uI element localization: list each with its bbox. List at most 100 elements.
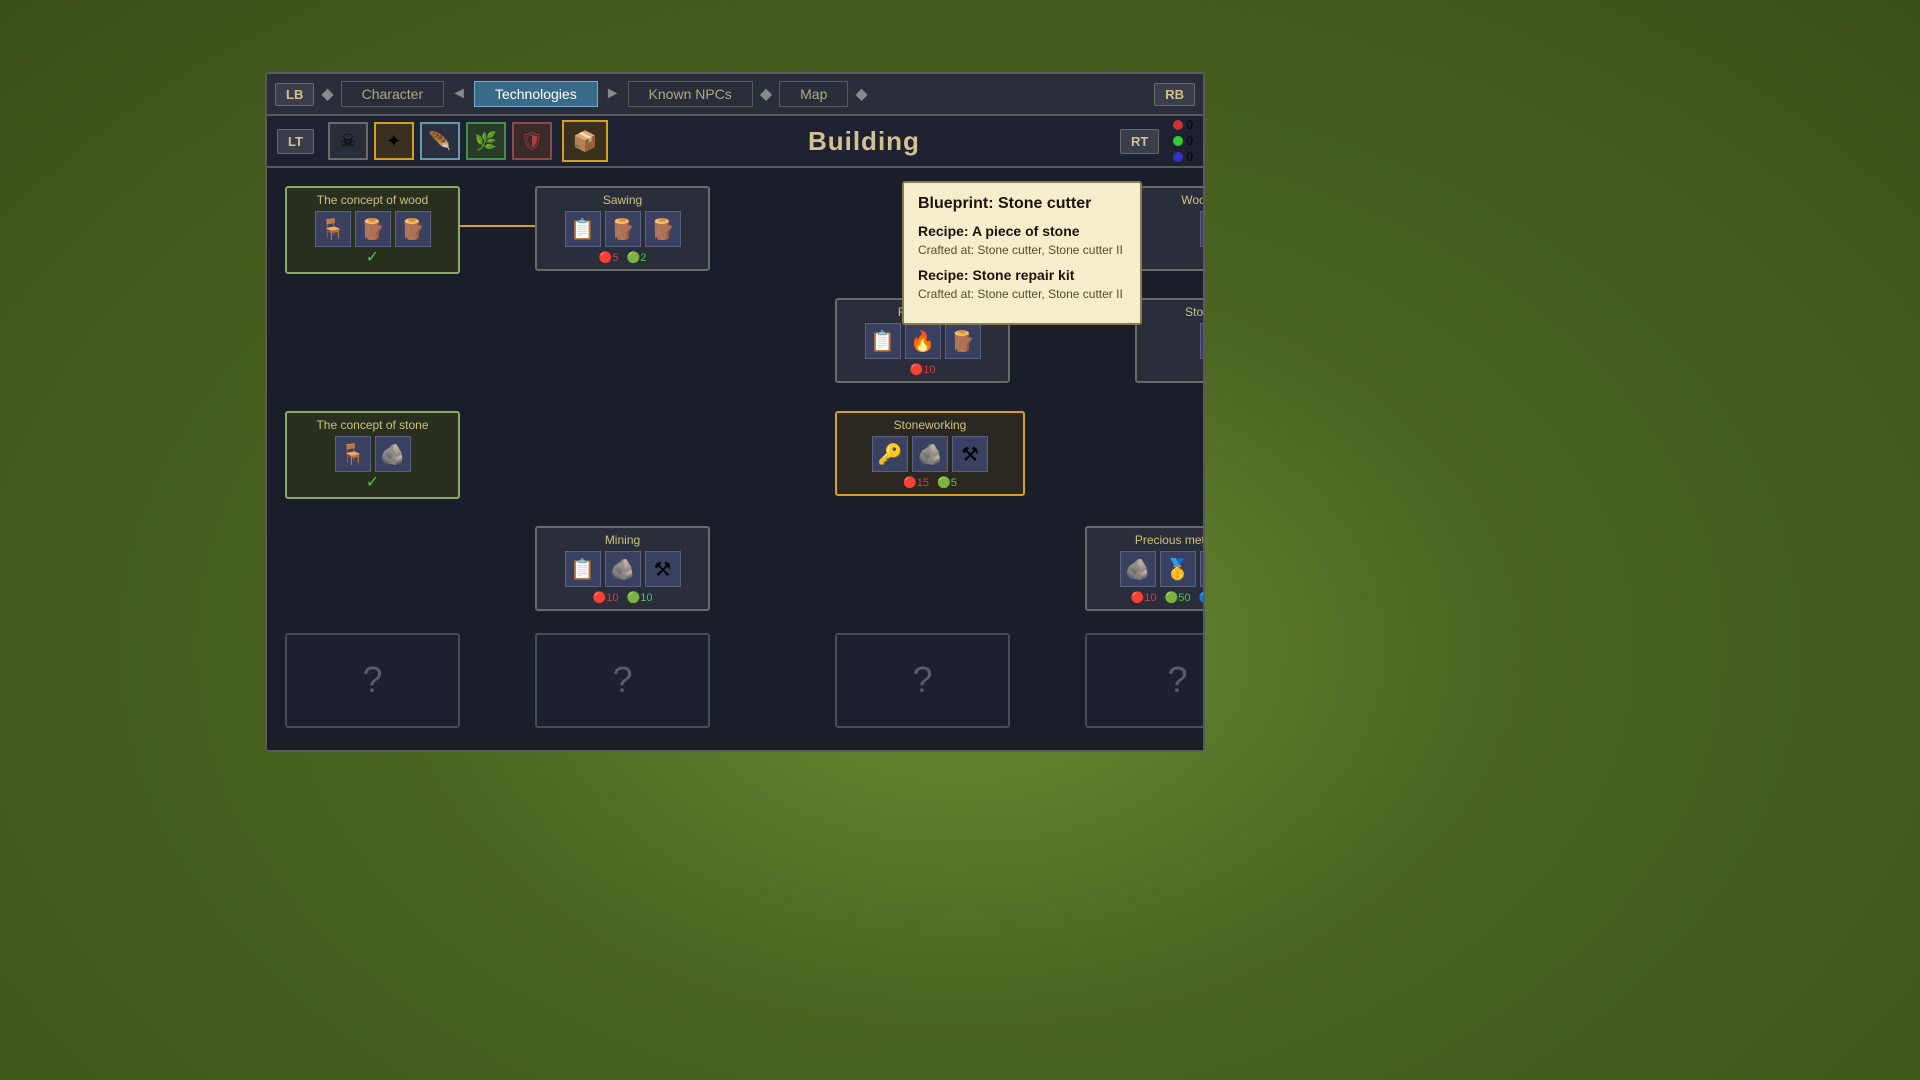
tooltip-title: Blueprint: Stone cutter	[918, 195, 1126, 213]
red-dot-icon	[1173, 120, 1183, 130]
node-woodworking[interactable]: Woodworking 📦 🔴10	[1135, 186, 1203, 271]
node-unknown-2[interactable]: ?	[535, 633, 710, 728]
stoneworking-rock-icon: 🪨	[912, 436, 948, 472]
node-sawing-costs: 🔴5 🟢2	[545, 251, 700, 264]
wood-plank-icon: 🪵	[355, 211, 391, 247]
skull-icon: ☠	[340, 131, 356, 152]
firewood-cost-red: 🔴10	[910, 363, 936, 376]
nav-bar: LB ◆ Character ◄ Technologies ► Known NP…	[267, 74, 1203, 116]
tab-character[interactable]: Character	[341, 81, 444, 107]
precious-cost-green: 🟢50	[1165, 591, 1191, 604]
stone-checkmark-icon: ✓	[295, 472, 450, 492]
node-unknown-1[interactable]: ?	[285, 633, 460, 728]
node-concept-stone-icons: 🪑 🪨	[295, 436, 450, 472]
precious-silver-icon: 🥈	[1200, 551, 1204, 587]
tooltip-recipe2-crafted: Crafted at: Stone cutter, Stone cutter I…	[918, 286, 1126, 303]
lt-button[interactable]: LT	[277, 129, 314, 154]
tooltip-stone-cutter: Blueprint: Stone cutter Recipe: A piece …	[902, 181, 1142, 325]
mining-rock-icon: 🪨	[605, 551, 641, 587]
node-woodworking-icons: 📦	[1145, 211, 1203, 247]
building-icon: 📦	[572, 129, 597, 154]
resource-red: 0	[1173, 118, 1193, 132]
precious-cost-red: 🔴10	[1131, 591, 1157, 604]
precious-rock-icon: 🪨	[1120, 551, 1156, 587]
shield-icon-tab[interactable]: 🛡	[512, 122, 552, 160]
woodworking-chest-icon: 📦	[1200, 211, 1204, 247]
node-precious-metals-title: Precious metals	[1095, 533, 1203, 547]
building-icon-tab[interactable]: 📦	[562, 120, 608, 162]
rt-button[interactable]: RT	[1120, 129, 1159, 154]
nav-sep-5: ◆	[852, 84, 870, 104]
feather-icon: 🪶	[429, 131, 451, 152]
tab-technologies[interactable]: Technologies	[474, 81, 598, 107]
ui-panel: LB ◆ Character ◄ Technologies ► Known NP…	[265, 72, 1205, 752]
node-woodworking-title: Woodworking	[1145, 193, 1203, 207]
tab-map[interactable]: Map	[779, 81, 848, 107]
stoneworking-tool-icon: ⚒	[952, 436, 988, 472]
node-precious-metals-icons: 🪨 🥇 🥈	[1095, 551, 1203, 587]
resource-green-value: 0	[1186, 134, 1193, 148]
node-woodworking-costs: 🔴10	[1145, 251, 1203, 264]
tooltip-recipe1-title: Recipe: A piece of stone	[918, 223, 1126, 239]
resource-blue-value: 0	[1186, 150, 1193, 164]
node-concept-stone-title: The concept of stone	[295, 418, 450, 432]
mining-cost-green: 🟢10	[627, 591, 653, 604]
wood-chair-icon: 🪑	[315, 211, 351, 247]
node-stoneworking-icons: 🔑 🪨 ⚒	[845, 436, 1015, 472]
nav-sep-3: ►	[602, 85, 624, 103]
node-firewood-icons: 📋 🔥 🪵	[845, 323, 1000, 359]
resources-display: 0 0 0	[1173, 118, 1193, 164]
sawing-cost-green: 🟢2	[627, 251, 647, 264]
shield-icon: 🛡	[520, 131, 543, 152]
sawing-blueprint-icon: 📋	[565, 211, 601, 247]
node-stone-cutter[interactable]: Stone cutter ⚒ 🔴20	[1135, 298, 1203, 383]
leaf-icon: 🌿	[475, 131, 497, 152]
node-stoneworking[interactable]: Stoneworking 🔑 🪨 ⚒ 🔴15 🟢5	[835, 411, 1025, 496]
node-concept-stone[interactable]: The concept of stone 🪑 🪨 ✓	[285, 411, 460, 499]
node-mining-title: Mining	[545, 533, 700, 547]
node-concept-wood[interactable]: The concept of wood 🪑 🪵 🪵 ✓	[285, 186, 460, 274]
tooltip-recipe2-title: Recipe: Stone repair kit	[918, 267, 1126, 283]
node-unknown-4[interactable]: ?	[1085, 633, 1203, 728]
sun-icon-tab[interactable]: ✦	[374, 122, 414, 160]
node-precious-metals[interactable]: Precious metals 🪨 🥇 🥈 🔴10 🟢50 🔵10	[1085, 526, 1203, 611]
node-sawing-icons: 📋 🪵 🪵	[545, 211, 700, 247]
lb-button[interactable]: LB	[275, 83, 314, 106]
stone-chair-icon: 🪑	[335, 436, 371, 472]
stone-cutter-icon: ⚒	[1200, 323, 1204, 359]
node-mining-icons: 📋 🪨 ⚒	[545, 551, 700, 587]
tech-content: The concept of wood 🪑 🪵 🪵 ✓ Sawing 📋 🪵 🪵…	[267, 168, 1203, 750]
node-stoneworking-costs: 🔴15 🟢5	[845, 476, 1015, 489]
firewood-wood-icon: 🪵	[945, 323, 981, 359]
sawing-wood2-icon: 🪵	[645, 211, 681, 247]
feather-icon-tab[interactable]: 🪶	[420, 122, 460, 160]
node-mining[interactable]: Mining 📋 🪨 ⚒ 🔴10 🟢10	[535, 526, 710, 611]
node-unknown-3[interactable]: ?	[835, 633, 1010, 728]
leaf-icon-tab[interactable]: 🌿	[466, 122, 506, 160]
precious-cost-blue: 🔵10	[1198, 591, 1203, 604]
precious-gold-icon: 🥇	[1160, 551, 1196, 587]
mining-blueprint-icon: 📋	[565, 551, 601, 587]
stoneworking-cost-red: 🔴15	[903, 476, 929, 489]
mining-ore-icon: ⚒	[645, 551, 681, 587]
stone-rock-icon: 🪨	[375, 436, 411, 472]
tooltip-recipe1-crafted: Crafted at: Stone cutter, Stone cutter I…	[918, 242, 1126, 259]
skull-icon-tab[interactable]: ☠	[328, 122, 368, 160]
node-precious-metals-costs: 🔴10 🟢50 🔵10	[1095, 591, 1203, 604]
tab-known-npcs[interactable]: Known NPCs	[628, 81, 753, 107]
sawing-wood1-icon: 🪵	[605, 211, 641, 247]
resource-blue: 0	[1173, 150, 1193, 164]
node-mining-costs: 🔴10 🟢10	[545, 591, 700, 604]
unknown-q-2-icon: ?	[545, 640, 700, 720]
blue-dot-icon	[1173, 152, 1183, 162]
node-sawing[interactable]: Sawing 📋 🪵 🪵 🔴5 🟢2	[535, 186, 710, 271]
resource-green: 0	[1173, 134, 1193, 148]
sun-icon: ✦	[386, 131, 401, 152]
rb-button[interactable]: RB	[1154, 83, 1195, 106]
unknown-q-1-icon: ?	[295, 640, 450, 720]
node-stone-cutter-title: Stone cutter	[1145, 305, 1203, 319]
resource-red-value: 0	[1186, 118, 1193, 132]
nav-sep-1: ◆	[318, 84, 336, 104]
stoneworking-key-icon: 🔑	[872, 436, 908, 472]
nav-sep-2: ◄	[448, 85, 470, 103]
